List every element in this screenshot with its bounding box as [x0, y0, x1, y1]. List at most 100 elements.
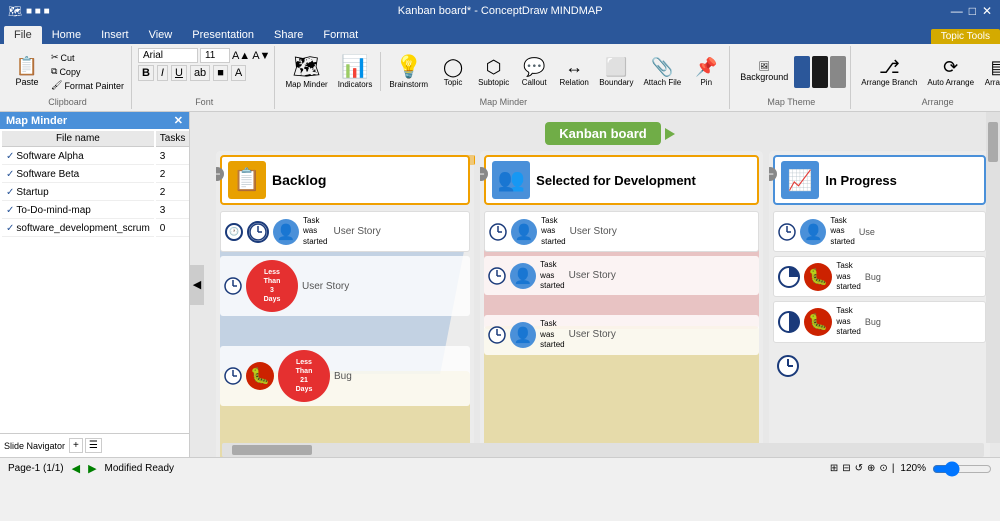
map-minder-button[interactable]: 🗺 Map Minder [281, 52, 331, 91]
close-btn[interactable]: ✕ [982, 4, 992, 18]
sidebar-col-filename: File name [2, 131, 154, 147]
sidebar-cell-name-0: ✓ Software Alpha [2, 149, 154, 165]
font-size-input[interactable] [200, 48, 230, 63]
strikethrough-btn[interactable]: ab [190, 65, 210, 81]
sidebar: Map Minder ✕ File name Tasks ✓ Software … [0, 112, 190, 457]
subtopic-button[interactable]: ⬡ Subtopic [474, 55, 513, 89]
avatar-s2: 👤 [510, 263, 536, 289]
clock-selected-1 [489, 223, 507, 241]
paste-icon: 📋 [16, 56, 38, 77]
theme-swatch-blue[interactable] [794, 56, 810, 88]
theme-swatch-gray[interactable] [830, 56, 846, 88]
tab-file[interactable]: File [4, 26, 42, 44]
highlight-btn[interactable]: ■ [213, 65, 228, 81]
tab-topic-tools[interactable]: Topic Tools [931, 29, 1000, 44]
paste-button[interactable]: 📋 Paste [8, 54, 46, 89]
backlog-header-icon: 📋 [228, 161, 266, 199]
sidebar-row-3: ✓ To-Do-mind-map 3 [2, 203, 189, 219]
tab-home[interactable]: Home [42, 26, 91, 44]
selected-task-1: 👤 Task was started User Story [484, 211, 759, 252]
sidebar-cell-tasks-1: 2 [156, 167, 190, 183]
boundary-button[interactable]: ⬜ Boundary [595, 55, 637, 89]
inprogress-header: 📈 In Progress [773, 155, 986, 205]
check-2[interactable]: ✓ [6, 187, 14, 198]
arrange-branch-button[interactable]: ⎇ Arrange Branch [857, 55, 921, 89]
user-story-ip1: Use [859, 227, 875, 237]
format-painter-button[interactable]: 🖌 Format Painter [48, 79, 127, 92]
selected-task-3: 👤 Task was started User Story [484, 315, 759, 354]
map-theme-label: Map Theme [736, 97, 846, 107]
status-text: Modified Ready [105, 463, 174, 474]
check-1[interactable]: ✓ [6, 169, 14, 180]
maximize-btn[interactable]: □ [969, 4, 976, 18]
h-scrollbar[interactable] [222, 443, 984, 457]
kanban-title-arrow [665, 128, 675, 140]
sidebar-row-1: ✓ Software Beta 2 [2, 167, 189, 183]
slide-nav-list[interactable]: ☰ [85, 438, 102, 453]
check-0[interactable]: ✓ [6, 151, 14, 162]
relation-button[interactable]: ↔ Relation [555, 55, 593, 89]
font-name-input[interactable] [138, 48, 198, 63]
user-story-label-1: User Story [333, 226, 380, 237]
task-label-s3: Task was started [540, 319, 564, 350]
title-bar: 🗺 ■ ■ ■ Kanban board* - ConceptDraw MIND… [0, 0, 1000, 22]
arrange-button[interactable]: ▤ Arrange [980, 55, 1000, 89]
tab-format[interactable]: Format [313, 26, 368, 44]
tab-presentation[interactable]: Presentation [182, 26, 264, 44]
theme-swatch-dark[interactable] [812, 56, 828, 88]
bug-label-1: Bug [334, 371, 352, 382]
background-button[interactable]: 🖼 Background [736, 59, 792, 84]
relation-icon: ↔ [565, 57, 583, 78]
brainstorm-button[interactable]: 💡 Brainstorm [385, 52, 432, 91]
scroll-left-btn[interactable]: ◀ [190, 265, 204, 305]
format-painter-icon: 🖌 [51, 80, 62, 91]
sidebar-cell-tasks-2: 2 [156, 185, 190, 201]
avatar-1: 👤 [273, 219, 299, 245]
auto-arrange-button[interactable]: ⟳ Auto Arrange [923, 55, 978, 89]
minimize-btn[interactable]: — [951, 4, 963, 18]
kanban-title-row: Kanban board [216, 122, 990, 145]
status-right: ⊞ ⊟ ↺ ⊕ ⊙ | 120% [830, 461, 992, 477]
backlog-column: − 📋 Backlog 🕐 [216, 151, 474, 457]
h-scroll-thumb[interactable] [232, 445, 312, 455]
inprogress-column: − 📈 In Progress 👤 [769, 151, 990, 457]
tab-share[interactable]: Share [264, 26, 313, 44]
check-4[interactable]: ✓ [6, 223, 14, 234]
user-story-s1: User Story [570, 226, 617, 237]
nav-arrow-left[interactable]: ◀ [72, 462, 80, 475]
zoom-slider[interactable] [932, 461, 992, 477]
slide-nav-add[interactable]: + [69, 438, 83, 453]
theme-swatches [794, 56, 846, 88]
attach-file-button[interactable]: 📎 Attach File [639, 55, 685, 89]
topic-button[interactable]: ◯ Topic [434, 55, 472, 89]
arrange-branch-icon: ⎇ [879, 57, 900, 78]
clock-svg-1 [249, 223, 267, 241]
ribbon: 📋 Paste ✂ Cut ⧉ Copy 🖌 Format Painter Cl… [0, 44, 1000, 112]
bold-btn[interactable]: B [138, 65, 154, 81]
ribbon-group-theme: 🖼 Background Map Theme [732, 46, 851, 109]
pin-button[interactable]: 📌 Pin [687, 55, 725, 89]
subtopic-icon: ⬡ [486, 57, 502, 78]
cut-button[interactable]: ✂ Cut [48, 51, 127, 64]
v-scrollbar[interactable] [986, 112, 1000, 443]
indicators-button[interactable]: 📊 Indicators [334, 52, 377, 91]
grow-font-btn[interactable]: A▲ [232, 50, 250, 62]
italic-btn[interactable]: I [157, 65, 168, 81]
arrange-icon: ▤ [991, 57, 1000, 78]
check-3[interactable]: ✓ [6, 205, 14, 216]
canvas: ◀ Kanban board [190, 112, 1000, 457]
callout-button[interactable]: 💬 Callout [515, 55, 553, 89]
v-scroll-thumb[interactable] [988, 122, 998, 162]
app-icon: 🗺 [8, 5, 22, 18]
shrink-font-btn[interactable]: A▼ [252, 50, 270, 62]
underline-btn[interactable]: U [171, 65, 187, 81]
tab-view[interactable]: View [139, 26, 183, 44]
sidebar-close-btn[interactable]: ✕ [174, 114, 183, 127]
sidebar-cell-name-1: ✓ Software Beta [2, 167, 154, 183]
sep1 [380, 52, 381, 91]
font-color-btn[interactable]: A [231, 65, 246, 81]
copy-button[interactable]: ⧉ Copy [48, 65, 127, 78]
tab-insert[interactable]: Insert [91, 26, 139, 44]
nav-arrow-right[interactable]: ▶ [88, 462, 96, 475]
ribbon-group-map: 🗺 Map Minder 📊 Indicators 💡 Brainstorm ◯… [277, 46, 730, 109]
